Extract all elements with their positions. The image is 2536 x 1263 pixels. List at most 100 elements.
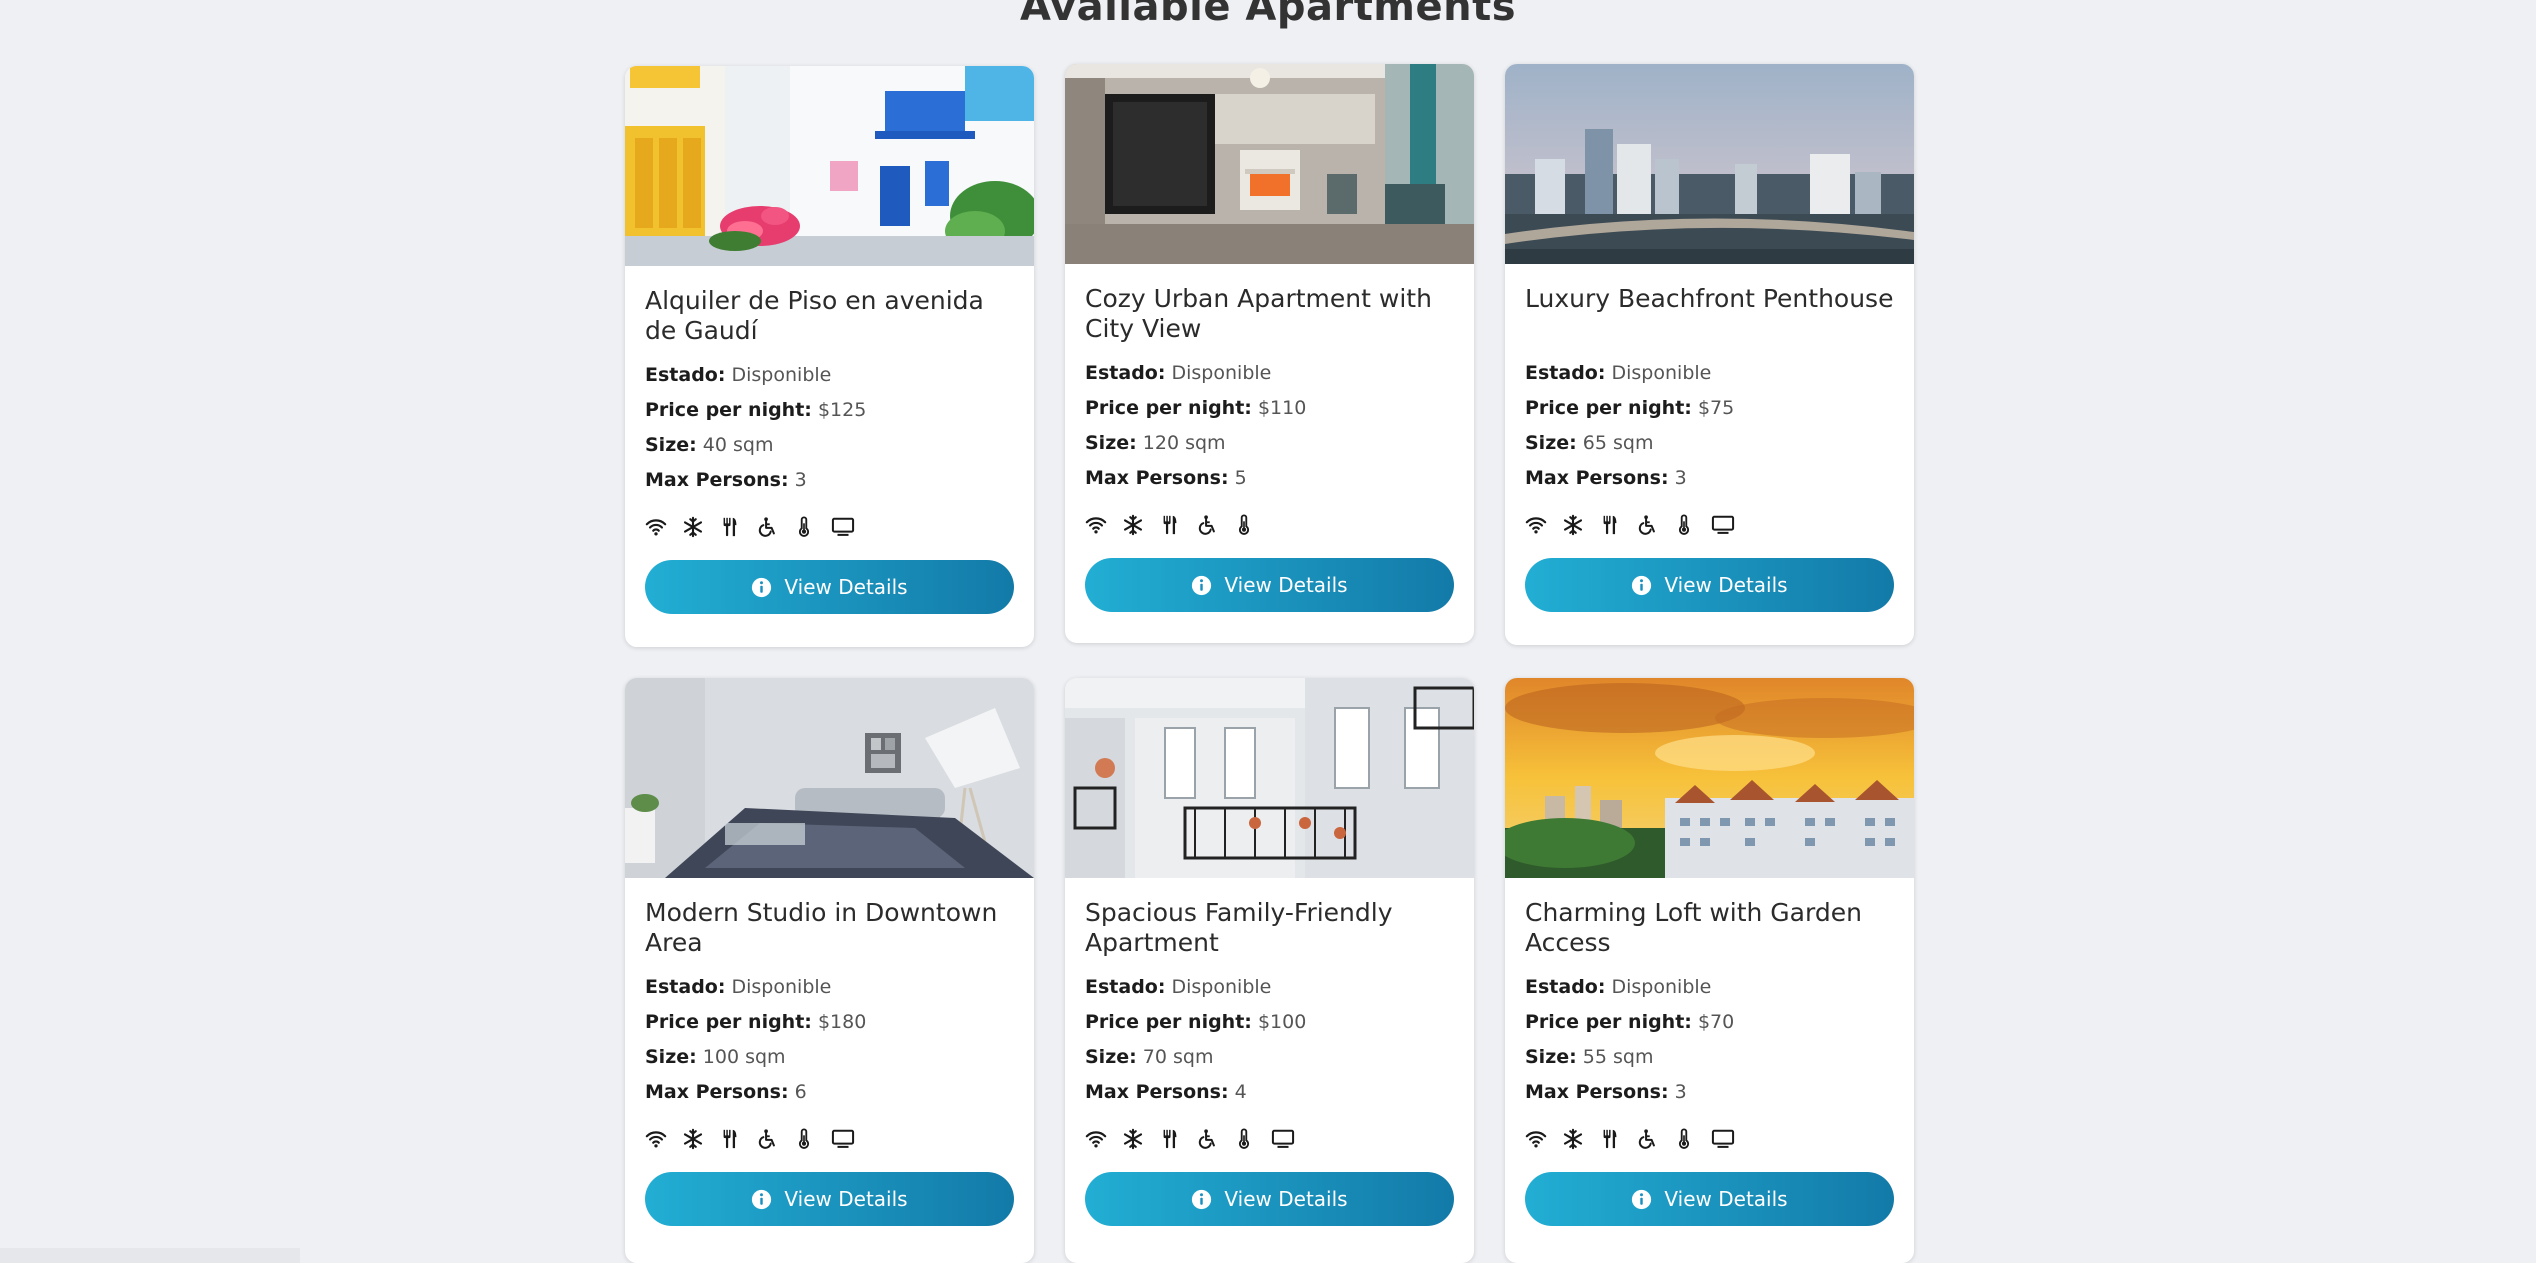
utensils-icon — [1159, 1128, 1181, 1150]
size-row: Size: 55 sqm — [1525, 1040, 1894, 1075]
size-value: 100 sqm — [702, 1046, 786, 1068]
price-label: Price per night: — [1085, 397, 1252, 419]
utensils-icon — [1599, 1128, 1621, 1150]
thermometer-icon — [1673, 514, 1695, 536]
apartments-page: Available Apartments Alquiler de Piso en… — [0, 0, 2536, 1263]
wifi-icon — [645, 1128, 667, 1150]
status-row: Estado: Disponible — [1525, 356, 1894, 391]
status-value: Disponible — [1171, 976, 1272, 998]
info-icon — [1632, 575, 1652, 595]
price-label: Price per night: — [1085, 1011, 1252, 1033]
wifi-icon — [1085, 1128, 1107, 1150]
amenities — [1525, 512, 1894, 538]
view-details-button[interactable]: View Details — [645, 1172, 1014, 1226]
status-label: Estado: — [645, 364, 726, 386]
price-row: Price per night: $180 — [645, 1005, 1014, 1040]
size-label: Size: — [1525, 1046, 1577, 1068]
apartment-title: Spacious Family-Friendly Apartment — [1085, 898, 1393, 957]
wheelchair-icon — [1636, 1128, 1658, 1150]
status-label: Estado: — [1525, 362, 1606, 384]
price-row: Price per night: $100 — [1085, 1005, 1454, 1040]
snowflake-icon — [1562, 1128, 1584, 1150]
info-icon — [752, 577, 772, 597]
snowflake-icon — [682, 1128, 704, 1150]
size-label: Size: — [1525, 432, 1577, 454]
max-persons-row: Max Persons: 4 — [1085, 1075, 1454, 1110]
view-details-label: View Details — [1224, 573, 1348, 597]
max-persons-value: 3 — [794, 469, 807, 491]
size-label: Size: — [1085, 432, 1137, 454]
snowflake-icon — [1562, 514, 1584, 536]
wifi-icon — [645, 516, 667, 538]
price-label: Price per night: — [645, 399, 812, 421]
status-value: Disponible — [731, 976, 832, 998]
max-persons-value: 3 — [1674, 1081, 1687, 1103]
utensils-icon — [719, 1128, 741, 1150]
apartment-title: Alquiler de Piso en avenida de Gaudí — [645, 286, 984, 345]
price-value: $180 — [817, 1011, 867, 1033]
amenities — [645, 1126, 1014, 1152]
info-icon — [1632, 1189, 1652, 1209]
apartment-card: Charming Loft with Garden Access Estado:… — [1505, 678, 1914, 1263]
view-details-button[interactable]: View Details — [1085, 1172, 1454, 1226]
tv-icon — [830, 516, 856, 538]
tv-icon — [1270, 1128, 1296, 1150]
price-row: Price per night: $110 — [1085, 391, 1454, 426]
price-value: $125 — [817, 399, 867, 421]
wheelchair-icon — [1636, 514, 1658, 536]
max-persons-row: Max Persons: 3 — [1525, 1075, 1894, 1110]
apartment-card: Modern Studio in Downtown Area Estado: D… — [625, 678, 1034, 1263]
wifi-icon — [1085, 514, 1107, 536]
view-details-button[interactable]: View Details — [1525, 1172, 1894, 1226]
max-persons-value: 5 — [1234, 467, 1247, 489]
max-persons-row: Max Persons: 3 — [1525, 461, 1894, 496]
max-persons-label: Max Persons: — [1085, 1081, 1229, 1103]
thermometer-icon — [1233, 514, 1255, 536]
view-details-button[interactable]: View Details — [1085, 558, 1454, 612]
apartment-photo — [1065, 64, 1474, 264]
price-row: Price per night: $125 — [645, 393, 1014, 428]
apartment-title: Cozy Urban Apartment with City View — [1085, 284, 1432, 343]
status-row: Estado: Disponible — [1085, 970, 1454, 1005]
apartment-photo — [625, 66, 1034, 266]
size-value: 70 sqm — [1142, 1046, 1214, 1068]
thermometer-icon — [1673, 1128, 1695, 1150]
view-details-label: View Details — [1664, 1187, 1788, 1211]
price-label: Price per night: — [1525, 1011, 1692, 1033]
wifi-icon — [1525, 1128, 1547, 1150]
wifi-icon — [1525, 514, 1547, 536]
size-row: Size: 120 sqm — [1085, 426, 1454, 461]
info-icon — [752, 1189, 772, 1209]
size-value: 55 sqm — [1582, 1046, 1654, 1068]
size-row: Size: 70 sqm — [1085, 1040, 1454, 1075]
apartment-card: Spacious Family-Friendly Apartment Estad… — [1065, 678, 1474, 1263]
view-details-button[interactable]: View Details — [645, 560, 1014, 614]
status-value: Disponible — [731, 364, 832, 386]
price-value: $100 — [1257, 1011, 1307, 1033]
amenities — [1525, 1126, 1894, 1152]
view-details-label: View Details — [1664, 573, 1788, 597]
apartment-card: Luxury Beachfront Penthouse Estado: Disp… — [1505, 64, 1914, 645]
max-persons-row: Max Persons: 5 — [1085, 461, 1454, 496]
max-persons-row: Max Persons: 3 — [645, 463, 1014, 498]
page-title: Available Apartments — [1019, 0, 1517, 30]
apartment-photo — [1065, 678, 1474, 878]
utensils-icon — [1599, 514, 1621, 536]
info-icon — [1192, 575, 1212, 595]
max-persons-value: 6 — [794, 1081, 807, 1103]
max-persons-label: Max Persons: — [1525, 467, 1669, 489]
tv-icon — [830, 1128, 856, 1150]
apartment-grid: Alquiler de Piso en avenida de Gaudí Est… — [625, 64, 1915, 1263]
thermometer-icon — [793, 516, 815, 538]
status-row: Estado: Disponible — [1085, 356, 1454, 391]
apartment-title: Modern Studio in Downtown Area — [645, 898, 998, 957]
view-details-button[interactable]: View Details — [1525, 558, 1894, 612]
size-row: Size: 65 sqm — [1525, 426, 1894, 461]
view-details-label: View Details — [784, 575, 908, 599]
size-row: Size: 40 sqm — [645, 428, 1014, 463]
thermometer-icon — [793, 1128, 815, 1150]
size-label: Size: — [1085, 1046, 1137, 1068]
status-value: Disponible — [1171, 362, 1272, 384]
tv-icon — [1710, 1128, 1736, 1150]
status-label: Estado: — [1085, 362, 1166, 384]
